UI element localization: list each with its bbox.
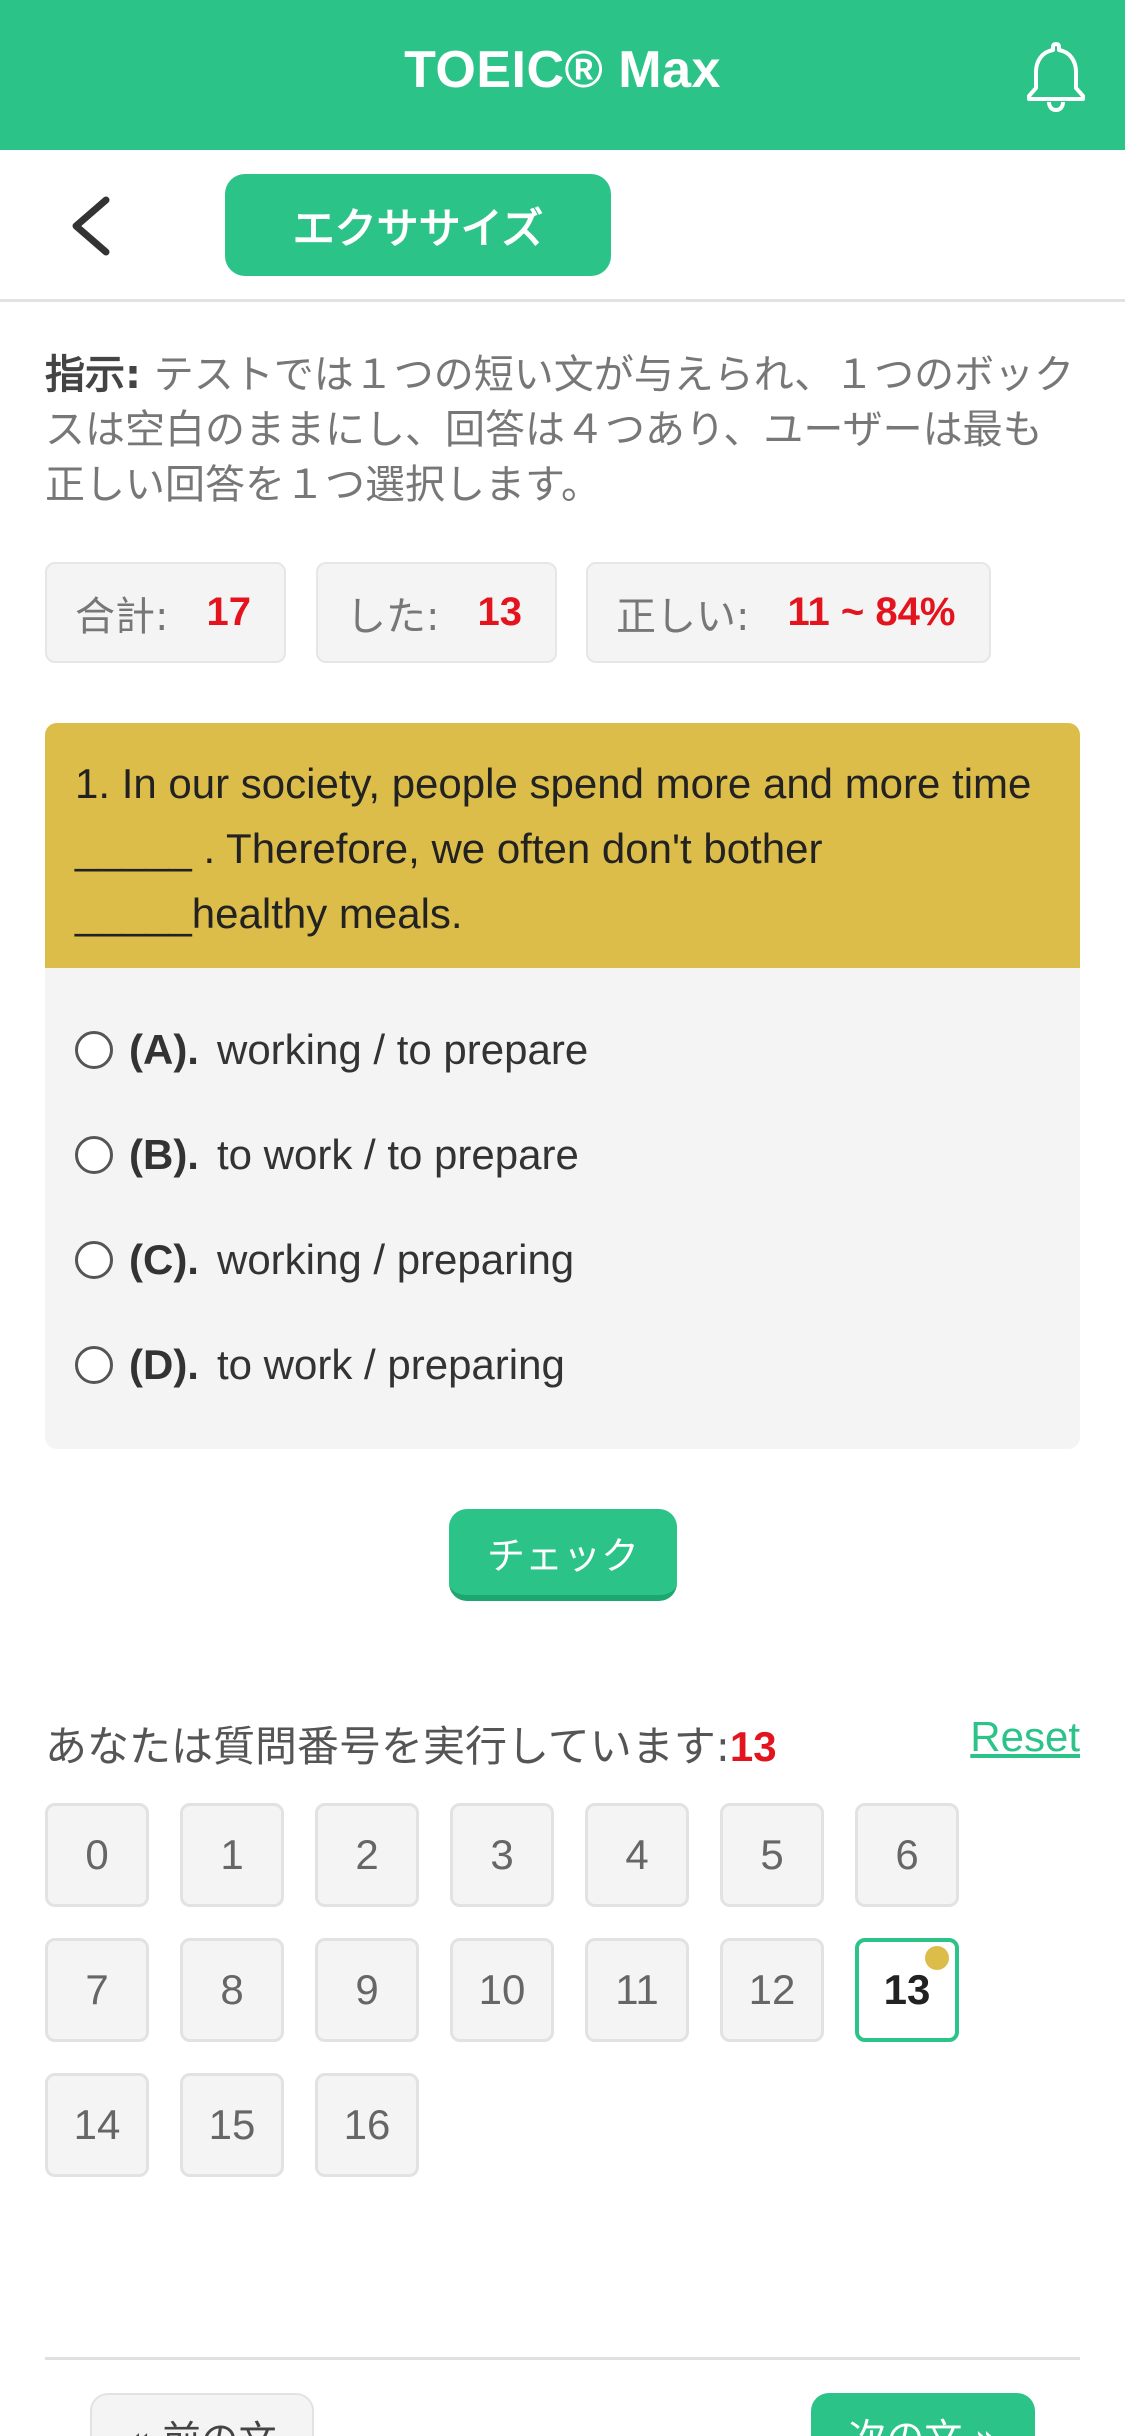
sub-header: エクササイズ [0,150,1125,302]
reset-link[interactable]: Reset [970,1713,1080,1761]
stat-total-label: 合計: [75,593,169,640]
next-sentence-button[interactable]: 次の文 » [811,2393,1035,2436]
stat-done: した: 13 [316,562,557,663]
question-text: 1. In our society, people spend more and… [45,723,1080,968]
option-letter: (D). [129,1341,199,1388]
option-text: working / to prepare [216,1026,589,1073]
question-number-button[interactable]: 11 [585,1938,689,2042]
divider [45,2357,1080,2360]
radio-icon[interactable] [75,1346,113,1384]
running-question: あなたは質問番号を実行しています:13 [45,1713,777,1774]
running-number: 13 [729,1723,777,1770]
question-number-button[interactable]: 4 [585,1803,689,1907]
stat-done-label: した: [346,593,440,640]
stat-done-value: 13 [477,590,522,634]
question-number-button[interactable]: 5 [720,1803,824,1907]
option-letter: (B). [129,1131,199,1178]
chevron-left-icon[interactable] [66,194,116,258]
stat-total: 合計: 17 [45,562,286,663]
current-marker-dot [925,1946,949,1970]
option-letter: (C). [129,1236,199,1283]
question-number-button[interactable]: 12 [720,1938,824,2042]
question-number-button[interactable]: 9 [315,1938,419,2042]
stat-correct-value: 11 ~ 84% [787,590,956,634]
question-number-label: 13 [883,1966,931,2013]
running-label: あなたは質問番号を実行しています: [45,1722,730,1771]
question-number-button[interactable]: 2 [315,1803,419,1907]
question-number-button[interactable]: 0 [45,1803,149,1907]
instruction-body: テストでは１つの短い文が与えられ、１つのボックスは空白のままにし、回答は４つあり… [45,352,1075,508]
option-a[interactable]: (A). working / to prepare [75,1020,588,1080]
option-c[interactable]: (C). working / preparing [75,1230,574,1290]
option-d[interactable]: (D). to work / preparing [75,1335,565,1395]
check-button[interactable]: チェック [449,1509,677,1601]
radio-icon[interactable] [75,1031,113,1069]
option-text: working / preparing [216,1236,575,1283]
option-text: to work / to prepare [216,1131,579,1178]
option-text: to work / preparing [216,1341,565,1388]
bell-icon[interactable] [1021,38,1091,112]
question-number-button-current[interactable]: 13 [855,1938,959,2042]
radio-icon[interactable] [75,1241,113,1279]
question-number-button[interactable]: 6 [855,1803,959,1907]
prev-sentence-button[interactable]: « 前の文 [90,2393,314,2436]
question-number-button[interactable]: 1 [180,1803,284,1907]
question-number-button[interactable]: 10 [450,1938,554,2042]
question-number-button[interactable]: 15 [180,2073,284,2177]
app-title: TOEIC® Max [404,41,721,99]
question-number-button[interactable]: 7 [45,1938,149,2042]
question-card: 1. In our society, people spend more and… [45,723,1080,1449]
app-header: TOEIC® Max [0,0,1125,150]
question-number-button[interactable]: 3 [450,1803,554,1907]
stat-total-value: 17 [206,590,251,634]
instruction-label: 指示: [45,352,141,398]
stat-correct-label: 正しい: [616,593,750,640]
instruction-text: 指示: テストでは１つの短い文が与えられ、１つのボックスは空白のままにし、回答は… [45,348,1075,513]
question-number-button[interactable]: 14 [45,2073,149,2177]
tab-exercise[interactable]: エクササイズ [225,174,611,276]
stat-correct: 正しい: 11 ~ 84% [586,562,991,663]
radio-icon[interactable] [75,1136,113,1174]
option-letter: (A). [129,1026,199,1073]
option-b[interactable]: (B). to work / to prepare [75,1125,579,1185]
question-number-button[interactable]: 16 [315,2073,419,2177]
question-number-button[interactable]: 8 [180,1938,284,2042]
